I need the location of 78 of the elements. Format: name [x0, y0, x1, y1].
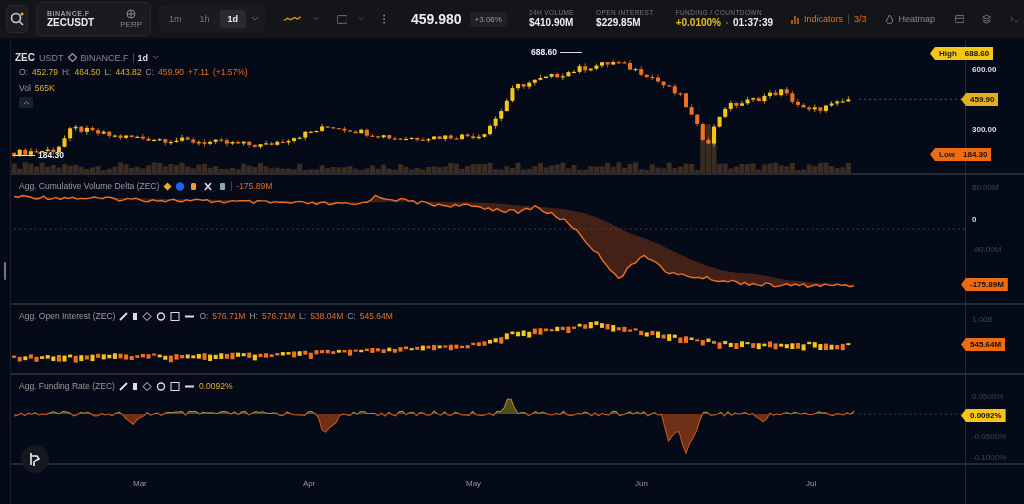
- search-button[interactable]: [6, 5, 28, 33]
- countdown: 01:37:39: [733, 16, 773, 30]
- ohlc-value: 538.04M: [310, 311, 344, 321]
- volume-value: 565K: [34, 83, 55, 93]
- chevron-icon[interactable]: [251, 16, 260, 22]
- time-axis-label: Mar: [133, 479, 147, 488]
- ohlc-label: O:: [19, 67, 28, 77]
- ohlc-label: H:: [249, 311, 258, 321]
- resize-handle[interactable]: [4, 262, 6, 280]
- collapse-button[interactable]: [19, 97, 33, 108]
- globe-icon: [126, 9, 137, 19]
- more-icon[interactable]: [382, 13, 385, 25]
- indicator-title: Agg. Cumulative Volume Delta (ZEC): [19, 181, 160, 191]
- stat-value: $229.85M: [596, 16, 642, 30]
- symbol-base: ZEC: [15, 52, 35, 63]
- last-price-tag: 459.90: [961, 93, 999, 106]
- logo-button[interactable]: [21, 445, 49, 473]
- stat-value: $410.90M: [528, 16, 575, 30]
- logo-icon: [28, 451, 42, 467]
- interval-tab[interactable]: 1m: [161, 10, 190, 28]
- price-change-percent: (+1.57%): [212, 67, 248, 77]
- time-axis-label: May: [466, 479, 482, 488]
- value-tick: 0: [972, 215, 977, 224]
- chevron-up-icon: [22, 100, 30, 105]
- value-tag: 545.64M: [961, 338, 1006, 351]
- high-price-tag: High 688.60: [930, 47, 994, 60]
- indicator-value: -175.89M: [236, 181, 273, 191]
- ohlc-label: L:: [299, 311, 307, 321]
- ohlc-label: C:: [145, 67, 155, 77]
- time-axis-label: Apr: [303, 479, 316, 488]
- value-tag: 0.0092%: [961, 409, 1006, 422]
- indicators-button[interactable]: Indicators 3/3: [789, 12, 869, 26]
- price-tick: 600.00: [972, 65, 997, 74]
- layers-icon[interactable]: [982, 13, 992, 25]
- panel-icon[interactable]: [955, 14, 965, 24]
- ohlc-value: 459.90: [158, 67, 185, 77]
- layout-icon[interactable]: [336, 13, 348, 25]
- low-price-note: 184.30: [38, 150, 64, 160]
- value-tag: -175.89M: [961, 278, 1008, 291]
- ohlc-value: 452.79: [32, 67, 58, 77]
- price-change: +7.11: [188, 67, 209, 77]
- bars-icon: [791, 14, 799, 24]
- volume-label: Vol: [19, 83, 31, 93]
- value-tick: 80.00M: [972, 183, 999, 192]
- ohlc-label: O:: [199, 311, 209, 321]
- terminal-icon[interactable]: [1009, 15, 1018, 23]
- funding-rate: +0.0100%: [675, 16, 721, 30]
- chevron-icon[interactable]: [358, 16, 365, 22]
- time-axis-label: Jul: [806, 479, 817, 488]
- perp-label: PERP: [120, 20, 143, 29]
- diamond-icon: [67, 53, 77, 62]
- high-price-note: 688.60: [531, 47, 557, 57]
- ohlc-label: C:: [347, 311, 356, 321]
- ohlc-value: 576.71M: [212, 311, 246, 321]
- price-change: +3.06%: [469, 11, 507, 27]
- chevron-icon[interactable]: [312, 16, 319, 22]
- exchange-logos-drawing: [163, 181, 228, 191]
- ohlc-value: 576.71M: [261, 311, 296, 321]
- exchange-label: BINANCE.F: [80, 52, 129, 63]
- ohlc-label: H:: [62, 67, 71, 77]
- ohlc-value: 443.82: [115, 67, 142, 77]
- symbol-quote: USDT: [39, 52, 64, 63]
- low-price-tag: Low 184.30: [930, 148, 992, 161]
- ohlc-label: L:: [104, 67, 112, 77]
- indicator-title: Agg. Open Interest (ZEC): [19, 311, 116, 321]
- last-price: 459.980: [410, 11, 462, 27]
- search-icon: [9, 11, 25, 27]
- heatmap-button[interactable]: Heatmap: [882, 11, 938, 27]
- ohlc-value: 545.64M: [359, 311, 393, 321]
- interval-tab[interactable]: 1h: [191, 10, 218, 28]
- interval-tab[interactable]: 1d: [219, 10, 247, 28]
- ohlc-value: 464.50: [74, 67, 101, 77]
- interval-label[interactable]: 1d: [137, 52, 149, 63]
- time-axis-label: Jun: [635, 479, 648, 488]
- chevron-icon: [152, 55, 160, 60]
- indicator-value: 0.0092%: [198, 381, 233, 391]
- price-tick: 300.00: [972, 125, 997, 134]
- indicator-title: Agg. Funding Rate (ZEC): [19, 381, 115, 391]
